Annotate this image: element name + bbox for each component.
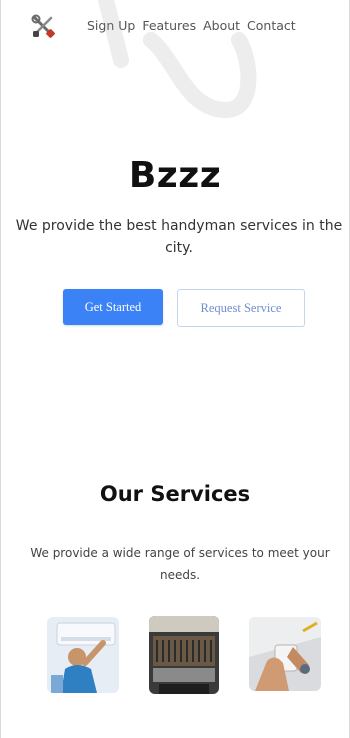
tools-icon[interactable]	[31, 14, 57, 40]
top-nav: Sign Up Features About Contact	[1, 0, 349, 50]
get-started-button[interactable]: Get Started	[63, 289, 163, 325]
nav-link-features[interactable]: Features	[142, 18, 196, 33]
page: Sign Up Features About Contact Bzzz We p…	[0, 0, 350, 738]
vent-repair-image	[149, 616, 219, 694]
request-service-button[interactable]: Request Service	[177, 289, 305, 327]
nav-link-about[interactable]: About	[203, 18, 240, 33]
nav-link-sign-up[interactable]: Sign Up	[87, 18, 135, 33]
nav-links: Sign Up Features About Contact	[87, 18, 296, 33]
services-gallery	[1, 612, 349, 694]
nav-link-contact[interactable]: Contact	[247, 18, 296, 33]
electrical-repair-image	[249, 617, 321, 691]
hero-title: Bzzz	[128, 155, 222, 196]
services-subtitle: We provide a wide range of services to m…	[30, 546, 330, 582]
hero-subtitle: We provide the best handyman services in…	[15, 218, 343, 256]
ac-repair-image	[47, 617, 119, 693]
services-title: Our Services	[99, 482, 251, 506]
